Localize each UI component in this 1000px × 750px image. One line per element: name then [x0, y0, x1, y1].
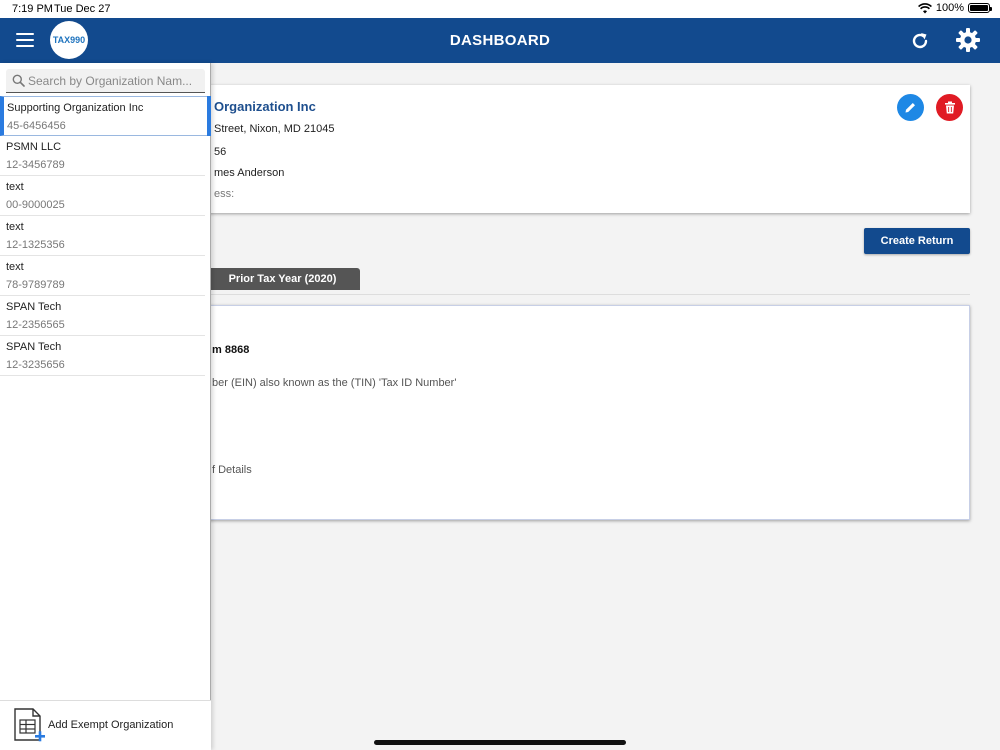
list-item-ein: 45-6456456 [7, 120, 66, 132]
organization-name: Organization Inc [214, 99, 316, 114]
organization-ein: 56 [214, 146, 227, 158]
form-heading: m 8868 [212, 344, 250, 356]
status-right: 100% [917, 2, 992, 14]
organization-address: Street, Nixon, MD 21045 [214, 123, 335, 135]
organization-drawer: Supporting Organization Inc 45-6456456 P… [0, 63, 211, 750]
list-item-name: text [6, 261, 24, 273]
add-exempt-organization-button[interactable]: Add Exempt Organization [0, 700, 211, 750]
create-return-button[interactable]: Create Return [864, 228, 970, 254]
list-item-ein: 12-2356565 [6, 319, 65, 331]
list-item-name: text [6, 221, 24, 233]
home-indicator[interactable] [374, 740, 626, 745]
list-item-ein: 00-9000025 [6, 199, 65, 211]
list-item[interactable]: PSMN LLC 12-3456789 [0, 136, 205, 176]
page-title: DASHBOARD [449, 32, 551, 49]
list-item[interactable]: Supporting Organization Inc 45-6456456 [0, 96, 211, 136]
list-item-name: PSMN LLC [6, 141, 62, 153]
return-info-card: m 8868 ber (EIN) also known as the (TIN)… [185, 305, 970, 520]
list-item-ein: 12-1325356 [6, 239, 65, 251]
list-item[interactable]: text 12-1325356 [0, 216, 205, 256]
organization-card: Organization Inc Street, Nixon, MD 21045… [185, 85, 970, 213]
battery-percent: 100% [935, 2, 964, 14]
trash-icon [944, 101, 955, 114]
organization-list: Supporting Organization Inc 45-6456456 P… [0, 96, 211, 376]
add-document-icon [14, 708, 45, 742]
app-header: TAX990 DASHBOARD [0, 18, 1000, 63]
gear-icon[interactable] [955, 27, 981, 53]
refresh-icon[interactable] [908, 29, 932, 53]
delete-button[interactable] [936, 94, 963, 121]
pencil-icon [905, 103, 915, 113]
list-item[interactable]: text 00-9000025 [0, 176, 205, 216]
ein-note: ber (EIN) also known as the (TIN) 'Tax I… [212, 377, 457, 389]
list-item-name: SPAN Tech [6, 341, 62, 353]
list-item-name: Supporting Organization Inc [7, 102, 144, 114]
organization-contact: mes Anderson [214, 167, 285, 179]
edit-button[interactable] [897, 94, 924, 121]
status-bar: 7:19 PM Tue Dec 27 100% [0, 0, 1000, 18]
list-item[interactable]: text 78-9789789 [0, 256, 205, 296]
tab-divider [205, 294, 970, 295]
list-item[interactable]: SPAN Tech 12-3235656 [0, 336, 205, 376]
status-date: Tue Dec 27 [54, 3, 111, 15]
search-input[interactable] [28, 72, 202, 90]
status-time: 7:19 PM [12, 3, 53, 15]
tab-prior-tax-year[interactable]: Prior Tax Year (2020) [205, 268, 360, 290]
details-text: f Details [212, 464, 252, 476]
list-item-name: SPAN Tech [6, 301, 62, 313]
battery-icon [968, 3, 992, 13]
organization-email-label: ess: [214, 188, 235, 200]
search-box[interactable] [6, 69, 205, 93]
list-item[interactable]: SPAN Tech 12-2356565 [0, 296, 205, 336]
wifi-icon [917, 2, 932, 13]
list-item-ein: 12-3235656 [6, 359, 65, 371]
list-item-ein: 78-9789789 [6, 279, 65, 291]
add-exempt-organization-label: Add Exempt Organization [48, 719, 174, 731]
list-item-ein: 12-3456789 [6, 159, 65, 171]
list-item-name: text [6, 181, 24, 193]
search-icon [12, 74, 25, 87]
